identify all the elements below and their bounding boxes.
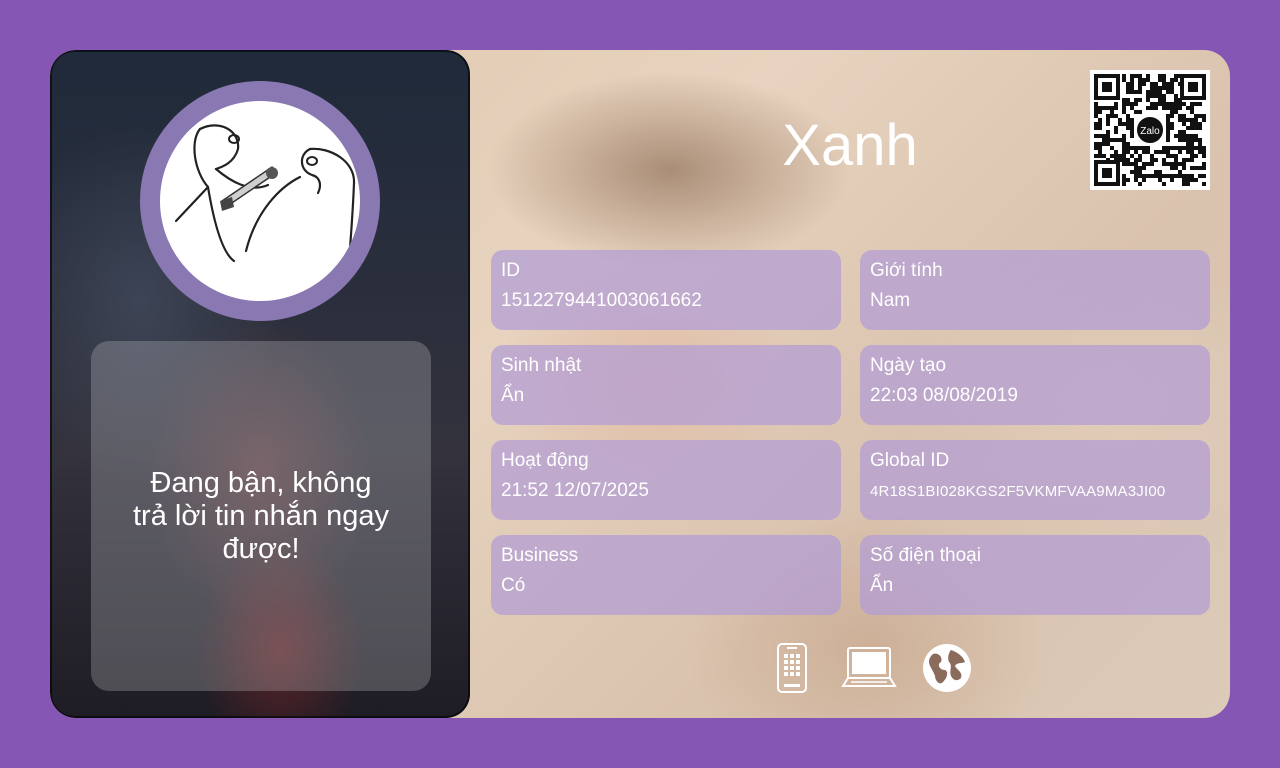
avatar[interactable] (160, 101, 360, 301)
field-value: Nam (870, 290, 911, 311)
field-value: 1512279441003061662 (501, 290, 702, 311)
field-value: Ẩn (870, 575, 894, 596)
field-label: Sinh nhật (501, 355, 582, 376)
avatar-drawing (174, 124, 356, 273)
profile-name: Xanh (782, 113, 918, 178)
field-value: 4R18S1BI028KGS2F5VKMFVAA9MA3JI00 (870, 483, 1166, 500)
avatar-ring (140, 81, 380, 321)
qr-code-image: Zalo (1094, 74, 1206, 186)
field-value: 21:52 12/07/2025 (501, 480, 649, 501)
field-value: Ẩn (501, 385, 525, 406)
field-id: ID 1512279441003061662 (491, 250, 841, 330)
field-label: Giới tính (870, 260, 943, 281)
field-business: Business Có (491, 535, 841, 615)
field-label: Hoạt động (501, 450, 589, 471)
field-activity: Hoạt động 21:52 12/07/2025 (491, 440, 841, 520)
field-value: 22:03 08/08/2019 (870, 385, 1018, 406)
qr-brand-label: Zalo (1140, 126, 1160, 137)
laptop-icon (841, 646, 897, 695)
mobile-phone-icon (775, 642, 809, 699)
field-phone: Số điện thoại Ẩn (860, 535, 1210, 615)
field-label: Số điện thoại (870, 545, 981, 566)
profile-card: Đang bận, không trả lời tin nhắn ngay đư… (50, 50, 1230, 718)
field-label: Ngày tạo (870, 355, 947, 376)
status-box: Đang bận, không trả lời tin nhắn ngay đư… (91, 341, 431, 691)
field-label: ID (501, 260, 520, 281)
field-value: Có (501, 575, 526, 596)
field-global-id: Global ID 4R18S1BI028KGS2F5VKMFVAA9MA3JI… (860, 440, 1210, 520)
globe-icon (921, 642, 973, 699)
left-panel: Đang bận, không trả lời tin nhắn ngay đư… (50, 50, 470, 718)
field-label: Business (501, 545, 579, 566)
status-text: Đang bận, không trả lời tin nhắn ngay đư… (132, 466, 389, 565)
qr-code[interactable]: Zalo (1090, 70, 1210, 190)
field-created: Ngày tạo 22:03 08/08/2019 (860, 345, 1210, 425)
field-birthday: Sinh nhật Ẩn (491, 345, 841, 425)
field-gender: Giới tính Nam (860, 250, 1210, 330)
field-label: Global ID (870, 450, 950, 471)
